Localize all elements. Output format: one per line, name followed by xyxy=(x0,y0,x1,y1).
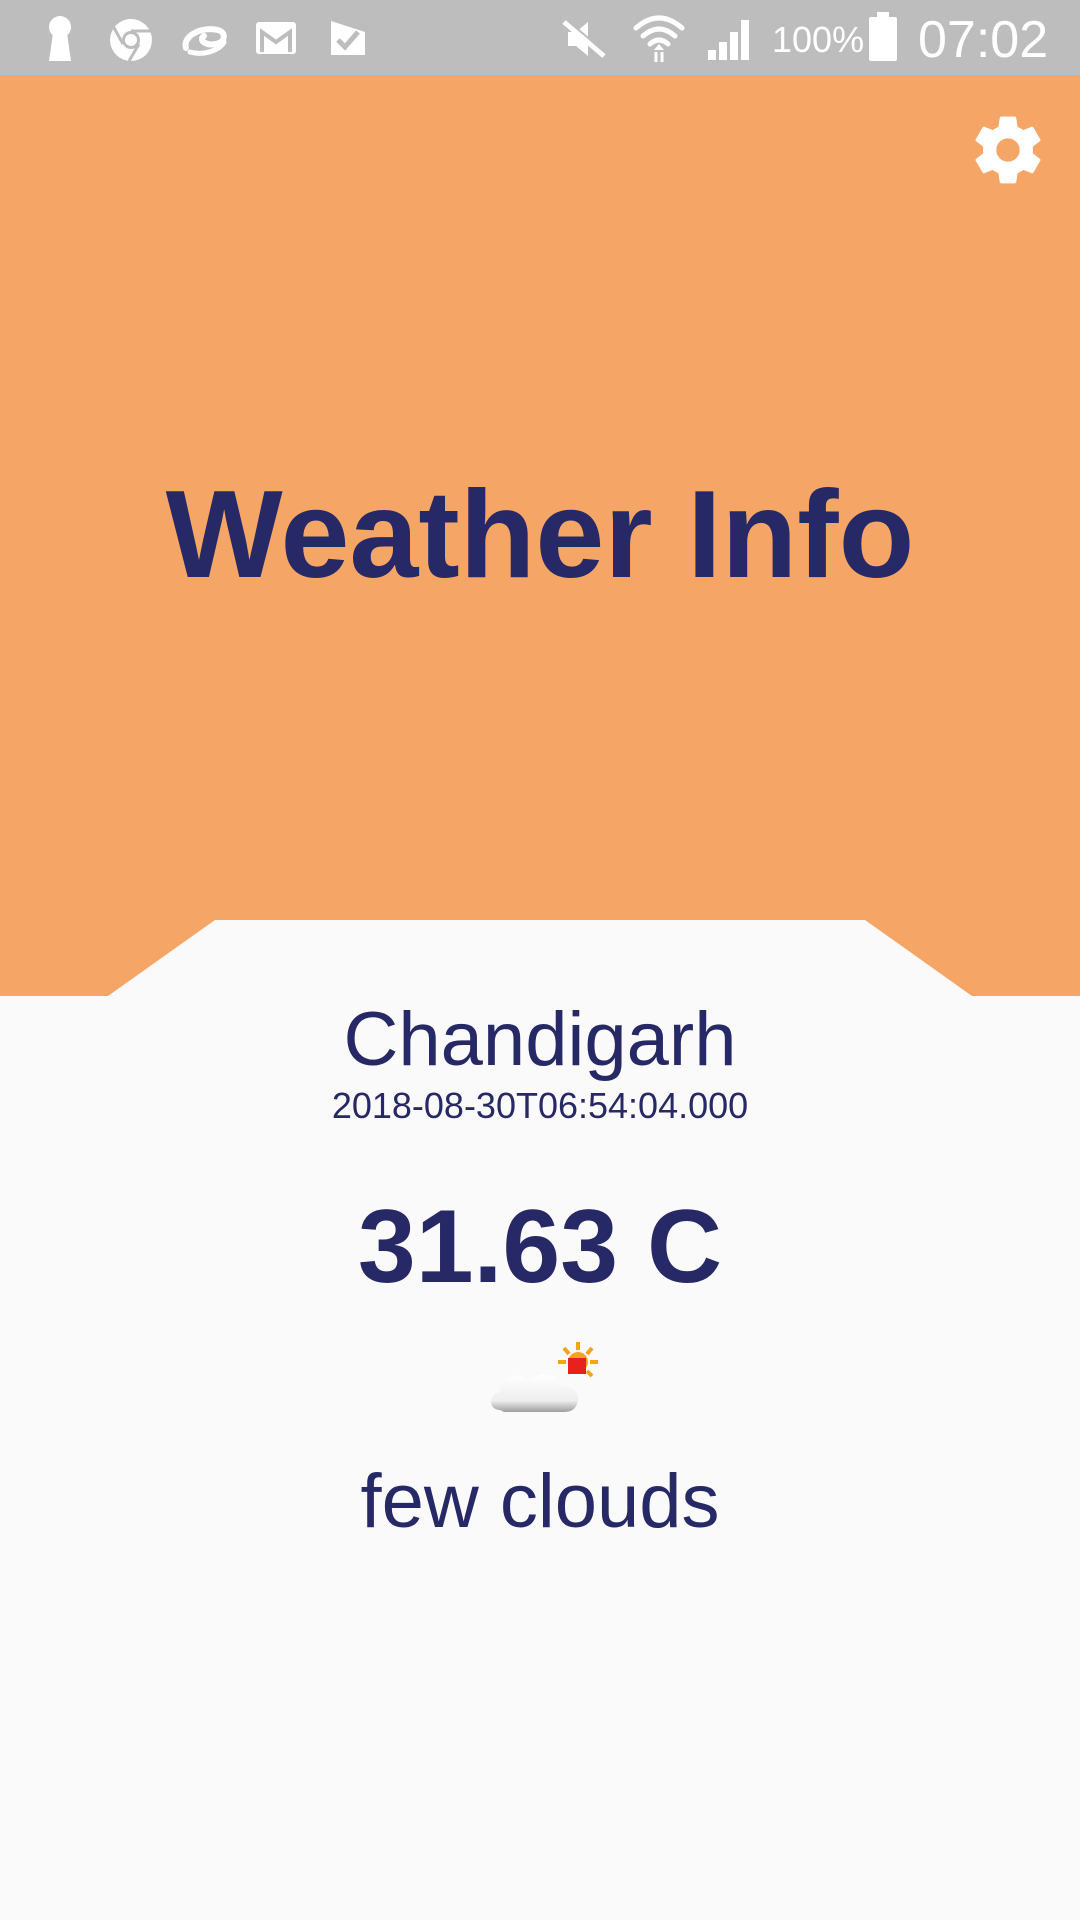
temperature-value: 31.63 C xyxy=(357,1189,723,1305)
few-clouds-icon xyxy=(491,1342,598,1412)
clock: 07:02 xyxy=(918,11,1049,69)
battery-percent: 100% xyxy=(772,19,865,60)
wifi-icon xyxy=(633,15,685,62)
checkmark-app-icon xyxy=(331,21,365,55)
status-bar: 100% 07:02 xyxy=(0,0,1080,75)
page-title: Weather Info xyxy=(165,466,915,604)
chrome-icon xyxy=(110,19,152,62)
city-name: Chandigarh xyxy=(343,997,737,1082)
observation-timestamp: 2018-08-30T06:54:04.000 xyxy=(331,1085,749,1126)
keyhole-icon xyxy=(49,16,71,61)
battery-icon xyxy=(869,12,897,61)
gear-icon xyxy=(975,116,1041,184)
signal-icon xyxy=(708,20,749,60)
settings-button[interactable] xyxy=(968,110,1048,190)
weather-description: few clouds xyxy=(360,1459,720,1544)
mute-icon xyxy=(562,19,608,58)
weather-screen: 100% 07:02 Weather Info Chandigarh 2018-… xyxy=(0,0,1080,1920)
gmail-icon xyxy=(256,22,296,54)
swirl-app-icon xyxy=(182,26,227,56)
